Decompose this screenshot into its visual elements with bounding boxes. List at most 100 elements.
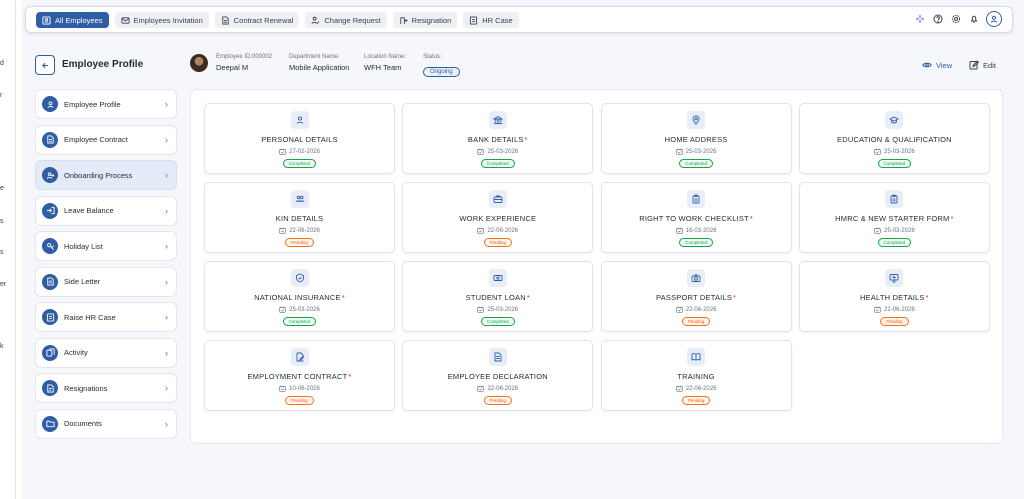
help-icon[interactable] xyxy=(932,13,944,25)
onboarding-card[interactable]: PASSPORT DETAILS* 22-06-2026 Pending xyxy=(600,261,792,332)
menu-item-documents[interactable]: Documents › xyxy=(35,408,177,439)
card-date: 16-03-2026 xyxy=(676,227,716,234)
required-marker: * xyxy=(749,214,753,223)
clipboard-icon xyxy=(687,190,706,208)
card-date: 22-06-2026 xyxy=(676,306,716,313)
strip-text: d xyxy=(0,60,4,67)
card-date: 22-06-2026 xyxy=(477,227,518,234)
required-marker: * xyxy=(341,293,345,302)
card-date: 25-03-2026 xyxy=(279,306,320,313)
notification-bell-icon[interactable] xyxy=(968,13,980,25)
card-date: 22-06-2026 xyxy=(279,227,320,234)
menu-item-raise-hr-case[interactable]: Raise HR Case › xyxy=(35,302,177,332)
calendar-check-icon xyxy=(279,306,286,313)
card-date: 22-06-2026 xyxy=(874,306,915,313)
onboarding-card[interactable]: HMRC & NEW STARTER FORM* 25-03-2026 Comple… xyxy=(798,182,990,253)
required-marker: * xyxy=(950,214,954,223)
employee-name: Deepal M xyxy=(216,63,249,72)
menu-item-label: Employee Contract xyxy=(64,135,128,144)
required-marker: * xyxy=(348,372,352,381)
status-badge: Ongoing xyxy=(423,67,460,77)
user-card-icon xyxy=(42,15,51,25)
user-avatar-icon[interactable] xyxy=(986,11,1002,27)
resign-icon xyxy=(42,380,58,396)
tab-resignation[interactable]: Resignation xyxy=(392,12,458,28)
settings-icon[interactable] xyxy=(950,13,962,25)
menu-item-label: Documents xyxy=(64,419,102,428)
chevron-right-icon: › xyxy=(165,383,168,393)
menu-item-employee-profile[interactable]: Employee Profile › xyxy=(35,89,177,119)
back-button[interactable] xyxy=(35,55,55,75)
edit-button[interactable]: Edit xyxy=(969,60,996,70)
tab-label: Change Request xyxy=(324,15,381,25)
tab-label: HR Case xyxy=(482,15,513,25)
bank-icon xyxy=(488,111,507,129)
calendar-check-icon xyxy=(477,385,485,392)
tab-change-request[interactable]: Change Request xyxy=(305,12,387,28)
card-title: BANK DETAILS* xyxy=(468,135,528,144)
menu-item-side-letter[interactable]: Side Letter › xyxy=(35,266,177,297)
status-badge: Completed xyxy=(877,159,912,168)
card-title-text: NATIONAL INSURANCE xyxy=(254,293,341,302)
main-area: All Employees Employees Invitation Contr… xyxy=(22,0,1024,499)
onboarding-card[interactable]: NATIONAL INSURANCE* 25-03-2026 Completed xyxy=(204,261,395,332)
card-title: EMPLOYMENT CONTRACT* xyxy=(247,372,351,381)
status-badge: Pending xyxy=(285,238,314,247)
card-date-text: 22-06-2026 xyxy=(884,306,915,313)
status-badge: Completed xyxy=(282,317,317,326)
menu-item-employee-contract[interactable]: Employee Contract › xyxy=(35,124,177,155)
onboarding-card[interactable]: STUDENT LOAN* 25-03-2026 Completed xyxy=(402,261,594,332)
required-marker: * xyxy=(524,135,528,144)
tab-contract-renewal[interactable]: Contract Renewal xyxy=(214,12,300,28)
department-value: Mobile Application xyxy=(289,63,350,72)
card-date: 25-03-2026 xyxy=(477,306,518,313)
tab-all-employees[interactable]: All Employees xyxy=(36,12,109,28)
status-badge: Pending xyxy=(483,396,513,405)
monitor-icon xyxy=(885,269,904,287)
menu-item-activity[interactable]: Activity › xyxy=(35,337,177,368)
menu-item-onboarding-process[interactable]: Onboarding Process › xyxy=(35,160,177,190)
onboarding-card[interactable]: EMPLOYMENT CONTRACT* 10-06-2026 Pending xyxy=(204,340,395,411)
view-button[interactable]: View xyxy=(922,60,952,70)
calendar-check-icon xyxy=(874,227,881,234)
onboarding-card[interactable]: TRAINING 22-06-2026 Pending xyxy=(600,340,792,411)
card-title-text: WORK EXPERIENCE xyxy=(459,214,537,223)
card-title-text: BANK DETAILS xyxy=(467,135,524,144)
case-icon xyxy=(42,309,58,325)
menu-item-label: Activity xyxy=(64,348,88,357)
onboarding-card[interactable]: RIGHT TO WORK CHECKLIST* 16-03-2026 Comple… xyxy=(600,182,792,253)
money-icon xyxy=(488,269,507,287)
menu-item-label: Onboarding Process xyxy=(64,170,133,180)
card-title-text: PASSPORT DETAILS xyxy=(656,293,733,302)
onboarding-card[interactable]: KIN DETAILS 22-06-2026 Pending xyxy=(204,182,395,253)
folder-icon xyxy=(42,415,58,432)
onboarding-card[interactable]: HOME ADDRESS 25-03-2026 Completed xyxy=(600,103,792,174)
tab-employees-invitation[interactable]: Employees Invitation xyxy=(114,12,209,28)
location-block: Location Name: WFH Team xyxy=(364,54,406,72)
tab-list: All Employees Employees Invitation Contr… xyxy=(36,12,519,28)
card-date-text: 22-06-2026 xyxy=(487,385,519,392)
tab-hr-case[interactable]: HR Case xyxy=(463,12,519,28)
onboarding-card[interactable]: BANK DETAILS* 25-03-2026 Completed xyxy=(402,103,594,174)
onboarding-card[interactable]: EDUCATION & QUALIFICATION 25-03-2026 Compl… xyxy=(798,103,990,174)
menu-item-leave-balance[interactable]: Leave Balance › xyxy=(35,195,177,226)
tab-label: Contract Renewal xyxy=(233,15,294,25)
card-date-text: 25-03-2026 xyxy=(289,306,320,313)
onboarding-card[interactable]: PERSONAL DETAILS 27-02-2026 Completed xyxy=(204,103,395,174)
menu-item-resignations[interactable]: Resignations › xyxy=(35,373,177,403)
status-badge: Pending xyxy=(483,238,513,247)
calendar-check-icon xyxy=(676,148,683,155)
location-value: WFH Team xyxy=(364,63,402,72)
status-badge: Completed xyxy=(679,159,713,168)
card-title: HOME ADDRESS xyxy=(665,135,728,144)
onboarding-card[interactable]: WORK EXPERIENCE 22-06-2026 Pending xyxy=(402,182,594,253)
onboarding-card[interactable]: HEALTH DETAILS* 22-06-2026 Pending xyxy=(798,261,990,332)
ai-sparkle-icon[interactable] xyxy=(914,13,926,25)
user-edit-icon xyxy=(311,16,320,24)
graduation-icon xyxy=(885,111,904,129)
department-block: Department Name: Mobile Application xyxy=(289,54,349,72)
required-marker: * xyxy=(925,293,929,302)
card-title-text: EMPLOYEE DECLARATION xyxy=(447,372,548,381)
menu-item-holiday-list[interactable]: Holiday List › xyxy=(35,231,177,261)
onboarding-card[interactable]: EMPLOYEE DECLARATION 22-06-2026 Pending xyxy=(402,340,594,411)
